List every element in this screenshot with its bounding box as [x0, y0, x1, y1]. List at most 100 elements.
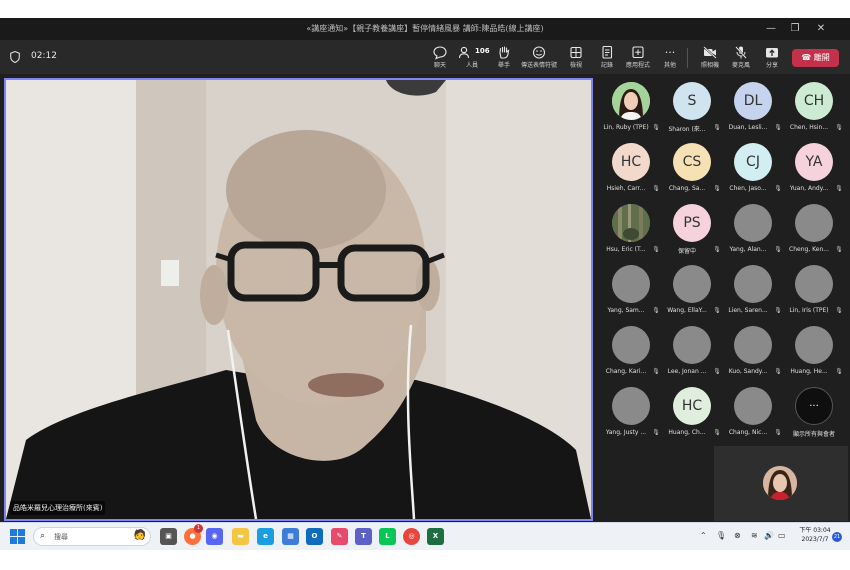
participant-avatar: S: [673, 82, 711, 120]
mic-off-icon: 🎙: [835, 246, 843, 253]
show-all-participants-tile[interactable]: ··· 顯示所有與會者: [783, 385, 845, 446]
participant-avatar: HC: [612, 143, 650, 181]
store-icon[interactable]: ▦: [282, 528, 299, 545]
line-icon[interactable]: L: [379, 528, 396, 545]
camera-off-icon: [703, 46, 717, 59]
participant-tile[interactable]: Kuo, Sandy... 🎙: [722, 324, 784, 385]
mic-off-icon: 🎙: [774, 246, 782, 253]
participant-name: Lin, Iris (TPE): [789, 307, 829, 314]
notification-badge[interactable]: 21: [832, 532, 842, 542]
mic-label: 麥克風: [731, 62, 750, 69]
participant-name: Huang, Ch...: [668, 429, 706, 436]
main-video-stage[interactable]: 品皓米羅兒心理治療所(來賓): [4, 78, 593, 521]
participant-tile[interactable]: Wang, EllaY... 🎙: [661, 263, 723, 324]
clock-time: 下午 03:04: [799, 527, 831, 534]
mic-off-icon: 🎙: [652, 429, 660, 436]
participant-initials: CJ: [746, 154, 760, 170]
camera-button[interactable]: 照相機: [693, 43, 727, 73]
paint-icon[interactable]: ✎: [331, 528, 348, 545]
participant-tile[interactable]: CS Chang, Sa... 🎙: [661, 141, 723, 202]
participant-tile[interactable]: CJ Chen, Jaso... 🎙: [722, 141, 784, 202]
participant-name: Yuan, Andy...: [789, 185, 829, 192]
participant-avatar: CH: [795, 82, 833, 120]
taskbar-search-box[interactable]: ⌕ 搜尋 🧑: [33, 527, 151, 546]
leave-button[interactable]: ☎ 離開: [792, 49, 839, 67]
apps-button[interactable]: 應用程式: [621, 43, 655, 73]
maximize-button[interactable]: ❐: [784, 21, 806, 37]
react-label: 傳送表情符號: [520, 62, 557, 69]
phone-icon: ☎: [801, 53, 812, 62]
meeting-timer: 02:12: [31, 51, 57, 61]
speaker-video-feed: [6, 80, 591, 519]
participant-tile[interactable]: Hsu, Eric (T... 🎙: [600, 202, 662, 263]
volume-icon[interactable]: 🔊: [764, 531, 774, 540]
minimize-button[interactable]: —: [760, 21, 782, 37]
participant-tile[interactable]: YA Yuan, Andy... 🎙: [783, 141, 845, 202]
participant-initials: CS: [682, 154, 702, 170]
participant-name: Chen, Hsin...: [789, 124, 829, 131]
participant-tile[interactable]: Lien, Saren... 🎙: [722, 263, 784, 324]
raise-hand-button[interactable]: 舉手: [487, 43, 521, 73]
participant-tile[interactable]: HC Huang, Ch... 🎙: [661, 385, 723, 446]
participant-avatar: DL: [734, 82, 772, 120]
discord-icon[interactable]: ◉: [206, 528, 223, 545]
share-button[interactable]: 分享: [755, 43, 789, 73]
task-view-icon[interactable]: ▣: [160, 528, 177, 545]
participant-tile[interactable]: DL Duan, Lesli... 🎙: [722, 80, 784, 141]
outlook-icon[interactable]: O: [306, 528, 323, 545]
participant-tile[interactable]: Lin, Ruby (TPE) 🎙: [600, 80, 662, 141]
excel-icon[interactable]: X: [427, 528, 444, 545]
close-circle-tray-icon[interactable]: ⊗: [734, 531, 741, 540]
participant-tile[interactable]: Lee, Jonan ... 🎙: [661, 324, 723, 385]
notes-button[interactable]: 記錄: [590, 43, 624, 73]
mic-off-icon: 🎙: [713, 368, 721, 375]
participant-name: Sharon (來...: [668, 126, 706, 133]
mic-off-icon: 🎙: [835, 124, 843, 131]
chat-button[interactable]: 聊天: [423, 43, 457, 73]
participant-tile[interactable]: Yang, Sam... 🎙: [600, 263, 662, 324]
participant-name: Chen, Jaso...: [729, 185, 767, 192]
mic-off-icon: 🎙: [652, 185, 660, 192]
share-label: 分享: [765, 62, 778, 69]
participant-name: Lee, Jonan ...: [667, 368, 707, 375]
participant-tile[interactable]: Chang, Nic... 🎙: [722, 385, 784, 446]
windows-start-icon[interactable]: [10, 529, 25, 544]
participant-avatar: [612, 387, 650, 425]
more-button[interactable]: ··· 其他: [653, 43, 687, 73]
mic-off-icon: 🎙: [774, 185, 782, 192]
participant-avatar: HC: [673, 387, 711, 425]
self-view[interactable]: [714, 446, 848, 521]
taskbar-clock[interactable]: 下午 03:04 2023/7/7: [795, 526, 835, 544]
mic-muted-tray-icon[interactable]: 🎙: [716, 531, 726, 540]
participant-tile[interactable]: Yang, Justy ... 🎙: [600, 385, 662, 446]
participant-tile[interactable]: Yang, Alan... 🎙: [722, 202, 784, 263]
notes-icon: [602, 45, 613, 59]
mic-button[interactable]: 麥克風: [724, 43, 758, 73]
chrome-icon[interactable]: ◎: [403, 528, 420, 545]
participant-tile[interactable]: Cheng, Ken... 🎙: [783, 202, 845, 263]
participant-initials: PS: [683, 215, 701, 231]
people-button[interactable]: 106 人員: [455, 43, 490, 73]
participant-tile[interactable]: HC Hsieh, Carr... 🎙: [600, 141, 662, 202]
battery-icon[interactable]: ▭: [778, 531, 786, 540]
view-button[interactable]: 檢視: [559, 43, 593, 73]
participant-name: Hsu, Eric (T...: [606, 246, 646, 253]
teams-window: «講座通知»【親子教養講座】暫停情緒風暴 講師:陳品皓(線上講座) — ❐ ✕ …: [0, 18, 850, 550]
participant-avatar: [612, 265, 650, 303]
teams-icon[interactable]: T: [355, 528, 372, 545]
participant-initials: CH: [803, 93, 825, 109]
edge-icon[interactable]: e: [257, 528, 274, 545]
participant-tile[interactable]: PS 保留中 🎙: [661, 202, 723, 263]
participant-tile[interactable]: Huang, He... 🎙: [783, 324, 845, 385]
participant-tile[interactable]: Chang, Kari... 🎙: [600, 324, 662, 385]
wifi-icon[interactable]: ≋: [751, 531, 758, 540]
participant-avatar: [734, 387, 772, 425]
chevron-up-icon[interactable]: ⌃: [700, 531, 707, 540]
participant-tile[interactable]: Lin, Iris (TPE) 🎙: [783, 263, 845, 324]
participant-tile[interactable]: S Sharon (來... 🎙: [661, 80, 723, 141]
file-explorer-icon[interactable]: ▬: [232, 528, 249, 545]
toolbar-divider: [687, 48, 688, 68]
close-button[interactable]: ✕: [810, 21, 832, 37]
react-button[interactable]: 傳送表情符號: [517, 43, 561, 73]
participant-tile[interactable]: CH Chen, Hsin... 🎙: [783, 80, 845, 141]
